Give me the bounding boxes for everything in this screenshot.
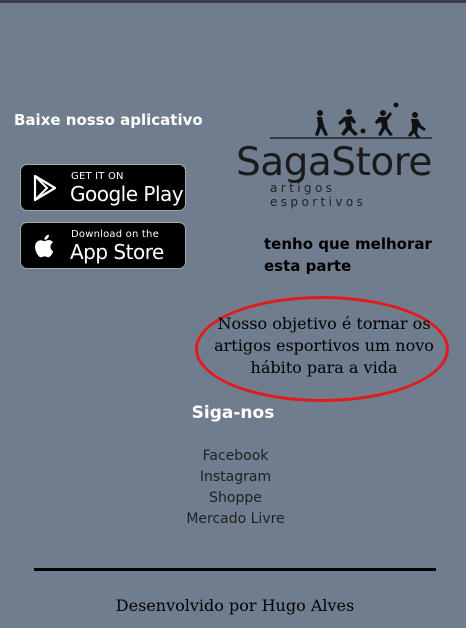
app-store-small-label: Download on the <box>71 229 159 240</box>
todo-note: tenho que melhorar esta parte <box>264 233 432 277</box>
app-store-button[interactable]: Download on the App Store <box>20 222 186 269</box>
apple-icon <box>35 234 54 258</box>
todo-note-line-2: esta parte <box>264 257 352 275</box>
google-play-small-label: GET IT ON <box>71 171 124 182</box>
download-app-heading: Baixe nosso aplicativo <box>14 111 203 129</box>
instagram-link[interactable]: Instagram <box>0 467 466 488</box>
mercado-livre-link[interactable]: Mercado Livre <box>0 509 466 530</box>
top-border <box>0 0 466 3</box>
facebook-link[interactable]: Facebook <box>0 446 466 467</box>
google-play-button[interactable]: GET IT ON Google Play <box>20 164 186 211</box>
mission-statement: Nosso objetivo é tornar os artigos espor… <box>208 313 440 379</box>
follow-us-heading: Siga-nos <box>191 403 275 423</box>
google-play-icon <box>33 174 57 202</box>
google-play-label: Google Play <box>70 182 184 206</box>
app-store-label: App Store <box>70 240 164 264</box>
athletes-silhouette-icon <box>270 102 432 139</box>
developer-credit: Desenvolvido por Hugo Alves <box>115 596 355 615</box>
todo-note-line-1: tenho que melhorar <box>264 235 432 253</box>
mission-line-2: artigos esportivos um novo <box>214 336 434 355</box>
sagastore-logo: SagaStore artigos esportivos <box>236 100 436 209</box>
social-links: Facebook Instagram Shoppe Mercado Livre <box>0 446 466 530</box>
mission-line-1: Nosso objetivo é tornar os <box>217 314 431 333</box>
logo-name: SagaStore <box>236 140 432 185</box>
footer-divider <box>34 568 436 571</box>
shoppe-link[interactable]: Shoppe <box>0 488 466 509</box>
mission-line-3: hábito para a vida <box>250 358 398 377</box>
logo-tagline: artigos esportivos <box>270 181 367 209</box>
